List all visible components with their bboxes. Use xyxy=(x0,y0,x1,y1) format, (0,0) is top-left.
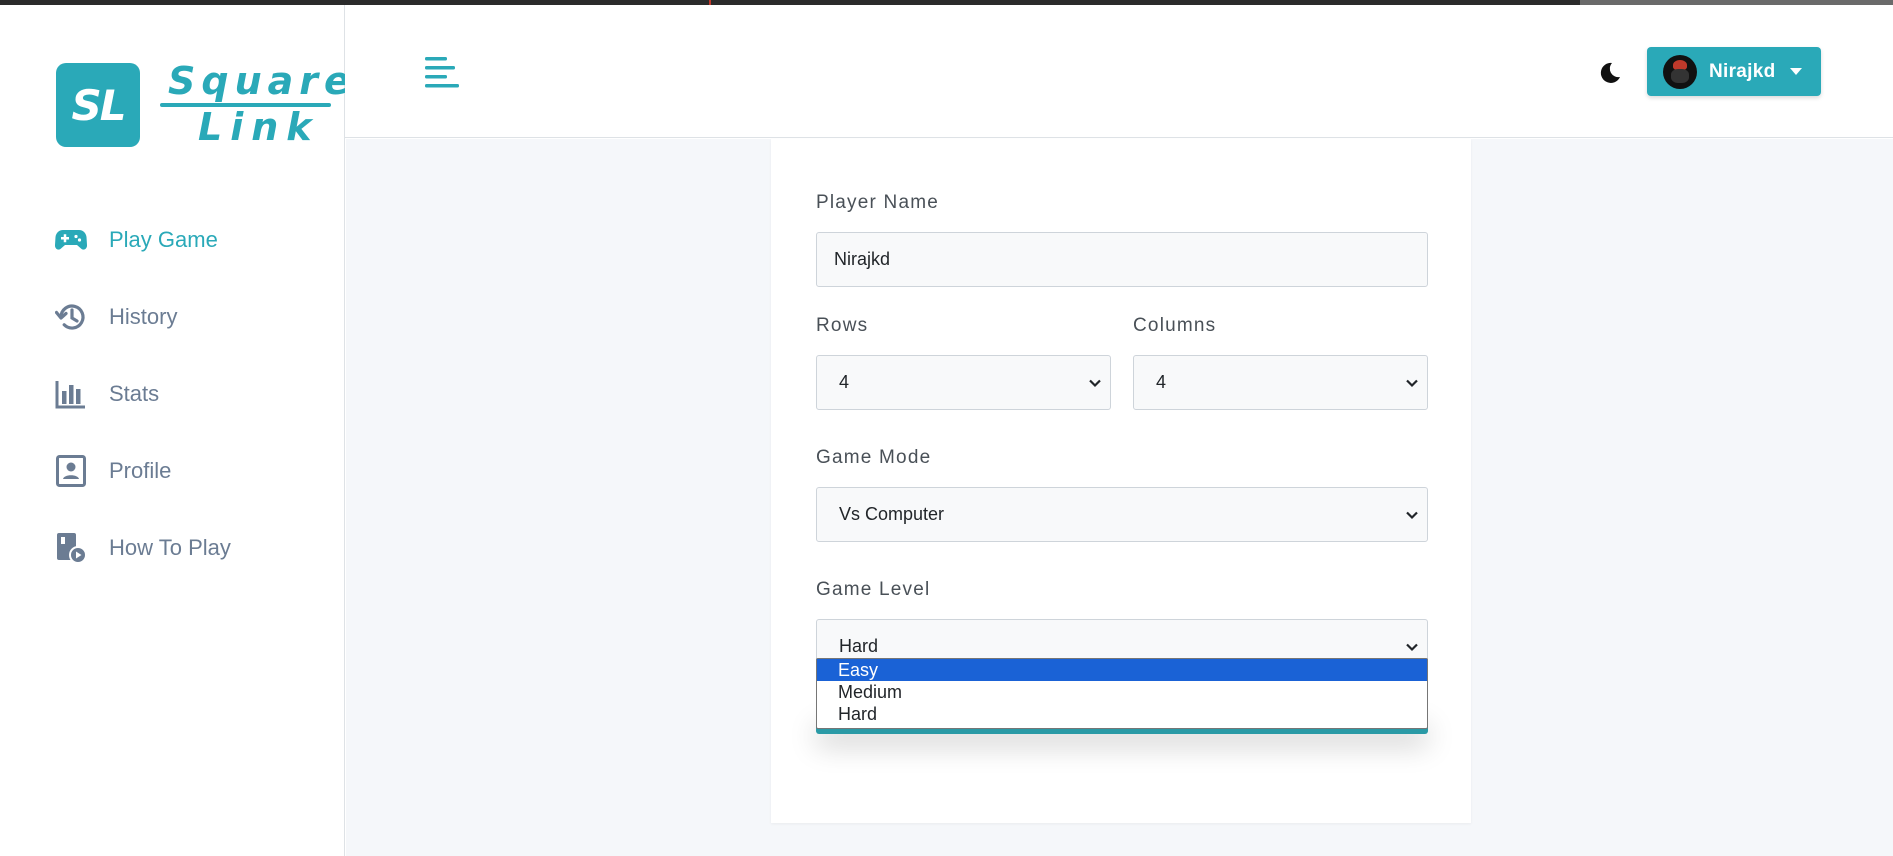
game-setup-card: Player Name Rows 4 Columns 4 xyxy=(771,139,1471,823)
menu-toggle-icon[interactable] xyxy=(425,55,461,91)
sidebar-item-label: Profile xyxy=(109,457,172,483)
rows-selected-value: 4 xyxy=(839,372,850,392)
rows-select[interactable]: 4 xyxy=(816,355,1111,410)
sidebar-item-history[interactable]: History xyxy=(55,278,231,355)
sidebar-nav: Play Game History Stats Profile How To P… xyxy=(55,201,231,586)
sidebar: SL Square Link Play Game History Stats P… xyxy=(0,5,350,856)
grid-size-row: Rows 4 Columns 4 xyxy=(816,315,1428,410)
logo-badge: SL xyxy=(56,63,140,147)
app-logo[interactable]: SL Square Link xyxy=(56,59,350,149)
level-option-easy[interactable]: Easy xyxy=(817,659,1427,681)
player-name-label: Player Name xyxy=(816,192,940,213)
profile-card-icon xyxy=(55,454,87,487)
sidebar-item-label: How To Play xyxy=(109,534,231,560)
sidebar-item-how-to-play[interactable]: How To Play xyxy=(55,509,231,586)
columns-label: Columns xyxy=(1133,315,1217,336)
game-mode-select[interactable]: Vs Computer xyxy=(816,487,1428,542)
columns-select[interactable]: 4 xyxy=(1133,355,1428,410)
chevron-down-icon xyxy=(1089,379,1101,388)
logo-wordmark: Square Link xyxy=(160,59,350,149)
sidebar-item-label: Play Game xyxy=(109,226,218,252)
chevron-down-icon xyxy=(1406,379,1418,388)
sidebar-item-label: History xyxy=(109,303,178,329)
gamepad-icon xyxy=(55,224,87,256)
level-option-medium[interactable]: Medium xyxy=(817,681,1427,703)
game-level-options-list: Easy Medium Hard xyxy=(816,658,1428,729)
user-menu-button[interactable]: Nirajkd xyxy=(1647,47,1821,96)
logo-word-square: Square xyxy=(168,59,356,103)
top-header: Nirajkd xyxy=(345,5,1893,138)
caret-down-icon xyxy=(1789,68,1802,75)
sidebar-item-label: Stats xyxy=(109,380,160,406)
game-level-label: Game Level xyxy=(816,579,931,600)
game-level-selected-value: Hard xyxy=(839,636,879,656)
logo-word-link: Link xyxy=(198,105,320,149)
level-option-hard[interactable]: Hard xyxy=(817,703,1427,725)
chevron-down-icon xyxy=(1406,643,1418,652)
history-icon xyxy=(55,301,87,333)
player-name-input[interactable] xyxy=(816,232,1428,287)
sidebar-item-profile[interactable]: Profile xyxy=(55,432,231,509)
video-guide-icon xyxy=(55,532,87,564)
sidebar-item-stats[interactable]: Stats xyxy=(55,355,231,432)
game-mode-label: Game Mode xyxy=(816,447,932,468)
rows-label: Rows xyxy=(816,315,869,336)
sidebar-item-play-game[interactable]: Play Game xyxy=(55,201,231,278)
user-name: Nirajkd xyxy=(1709,60,1776,82)
avatar xyxy=(1663,54,1697,89)
bar-chart-icon xyxy=(55,378,87,410)
game-mode-selected-value: Vs Computer xyxy=(839,504,945,524)
game-setup-form: Player Name Rows 4 Columns 4 xyxy=(816,192,1428,674)
dark-mode-moon-icon[interactable] xyxy=(1595,59,1623,87)
main-content: Player Name Rows 4 Columns 4 xyxy=(346,139,1893,856)
chevron-down-icon xyxy=(1406,511,1418,520)
columns-selected-value: 4 xyxy=(1156,372,1167,392)
